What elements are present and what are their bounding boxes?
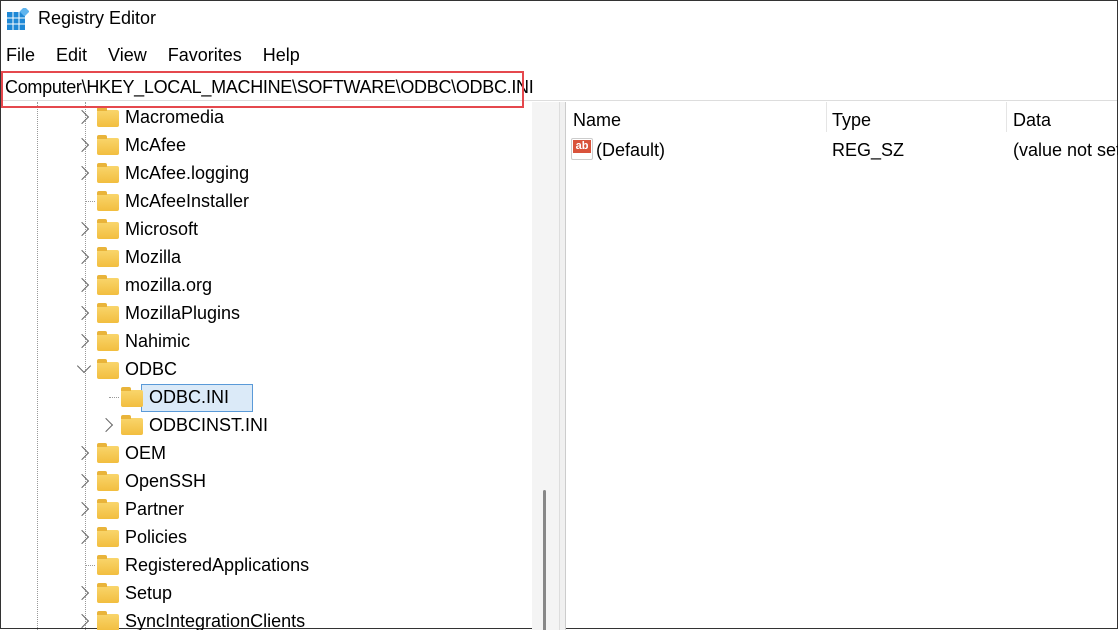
chevron-right-icon[interactable] xyxy=(75,446,89,460)
window-title: Registry Editor xyxy=(38,8,156,29)
tree-item-label: Mozilla xyxy=(125,247,181,268)
tree-item[interactable]: SyncIntegrationClients xyxy=(1,608,531,630)
folder-icon xyxy=(97,446,119,463)
tree-item[interactable]: McAfee xyxy=(1,132,531,158)
chevron-down-icon[interactable] xyxy=(77,359,91,373)
tree-item[interactable]: Setup xyxy=(1,580,531,606)
folder-icon xyxy=(97,250,119,267)
value-data: (value not set) xyxy=(1013,140,1118,161)
values-list[interactable]: Name Type Data ab (Default) REG_SZ (valu… xyxy=(566,102,1117,630)
string-value-icon: ab xyxy=(571,138,593,160)
folder-icon xyxy=(121,390,143,407)
chevron-right-icon[interactable] xyxy=(75,334,89,348)
folder-icon xyxy=(97,502,119,519)
tree-item-label: OpenSSH xyxy=(125,471,206,492)
tree-item-label: ODBCINST.INI xyxy=(149,415,268,436)
scrollbar-thumb[interactable] xyxy=(543,490,546,630)
highlight-box xyxy=(1,71,524,108)
tree-item[interactable]: Nahimic xyxy=(1,328,531,354)
chevron-right-icon[interactable] xyxy=(75,278,89,292)
tree-item-label: SyncIntegrationClients xyxy=(125,611,305,630)
folder-icon xyxy=(97,110,119,127)
chevron-right-icon[interactable] xyxy=(75,474,89,488)
tree-item-label: ODBC.INI xyxy=(149,387,229,408)
tree-item[interactable]: ODBC.INI xyxy=(1,384,531,410)
tree-item-label: Partner xyxy=(125,499,184,520)
tree-item[interactable]: MozillaPlugins xyxy=(1,300,531,326)
folder-icon xyxy=(97,194,119,211)
address-bar[interactable]: Computer\HKEY_LOCAL_MACHINE\SOFTWARE\ODB… xyxy=(1,71,1117,101)
chevron-right-icon[interactable] xyxy=(75,138,89,152)
folder-icon xyxy=(97,278,119,295)
tree-item[interactable]: mozilla.org xyxy=(1,272,531,298)
folder-icon xyxy=(97,166,119,183)
folder-icon xyxy=(97,586,119,603)
chevron-right-icon[interactable] xyxy=(99,418,113,432)
tree-item-label: OEM xyxy=(125,443,166,464)
folder-icon xyxy=(97,530,119,547)
tree-item[interactable]: RegisteredApplications xyxy=(1,552,531,578)
folder-icon xyxy=(97,306,119,323)
chevron-right-icon[interactable] xyxy=(75,530,89,544)
menu-help[interactable]: Help xyxy=(263,45,300,66)
folder-icon xyxy=(97,334,119,351)
tree-item[interactable]: ODBCINST.INI xyxy=(1,412,531,438)
tree-item-label: MozillaPlugins xyxy=(125,303,240,324)
title-bar: Registry Editor xyxy=(1,1,1117,37)
value-type: REG_SZ xyxy=(832,140,904,161)
tree-item[interactable]: OEM xyxy=(1,440,531,466)
menu-favorites[interactable]: Favorites xyxy=(168,45,242,66)
tree-item[interactable]: McAfeeInstaller xyxy=(1,188,531,214)
chevron-right-icon[interactable] xyxy=(75,586,89,600)
tree-item[interactable]: OpenSSH xyxy=(1,468,531,494)
column-header-type[interactable]: Type xyxy=(832,110,871,131)
column-header-data[interactable]: Data xyxy=(1013,110,1051,131)
tree-item-label: Setup xyxy=(125,583,172,604)
folder-icon xyxy=(121,418,143,435)
key-tree[interactable]: Macromedia McAfee McAfee.logging McAfeeInst… xyxy=(1,102,559,630)
folder-icon xyxy=(97,362,119,379)
tree-item-label: Nahimic xyxy=(125,331,190,352)
chevron-right-icon[interactable] xyxy=(75,614,89,628)
tree-item-label: RegisteredApplications xyxy=(125,555,309,576)
registry-editor-icon xyxy=(7,8,29,30)
tree-item-label: Microsoft xyxy=(125,219,198,240)
menu-file[interactable]: File xyxy=(6,45,35,66)
tree-item-label: Macromedia xyxy=(125,107,224,128)
tree-item-label: ODBC xyxy=(125,359,177,380)
menu-bar: File Edit View Favorites Help xyxy=(6,45,321,66)
folder-icon xyxy=(97,222,119,239)
tree-item[interactable]: Partner xyxy=(1,496,531,522)
folder-icon xyxy=(97,138,119,155)
chevron-right-icon[interactable] xyxy=(75,110,89,124)
tree-item[interactable]: ODBC xyxy=(1,356,531,382)
chevron-right-icon[interactable] xyxy=(75,250,89,264)
menu-view[interactable]: View xyxy=(108,45,147,66)
folder-icon xyxy=(97,614,119,630)
menu-edit[interactable]: Edit xyxy=(56,45,87,66)
tree-item-label: McAfeeInstaller xyxy=(125,191,249,212)
column-header-name[interactable]: Name xyxy=(573,110,621,131)
chevron-right-icon[interactable] xyxy=(75,502,89,516)
chevron-right-icon[interactable] xyxy=(75,306,89,320)
folder-icon xyxy=(97,558,119,575)
pane-splitter[interactable] xyxy=(559,102,566,630)
chevron-right-icon[interactable] xyxy=(75,166,89,180)
tree-item[interactable]: Policies xyxy=(1,524,531,550)
tree-item-label: Policies xyxy=(125,527,187,548)
value-name: (Default) xyxy=(596,140,665,161)
tree-item[interactable]: Mozilla xyxy=(1,244,531,270)
folder-icon xyxy=(97,474,119,491)
tree-item-label: McAfee xyxy=(125,135,186,156)
tree-item-label: mozilla.org xyxy=(125,275,212,296)
tree-item-label: McAfee.logging xyxy=(125,163,249,184)
chevron-right-icon[interactable] xyxy=(75,222,89,236)
tree-item[interactable]: Microsoft xyxy=(1,216,531,242)
tree-item[interactable]: McAfee.logging xyxy=(1,160,531,186)
